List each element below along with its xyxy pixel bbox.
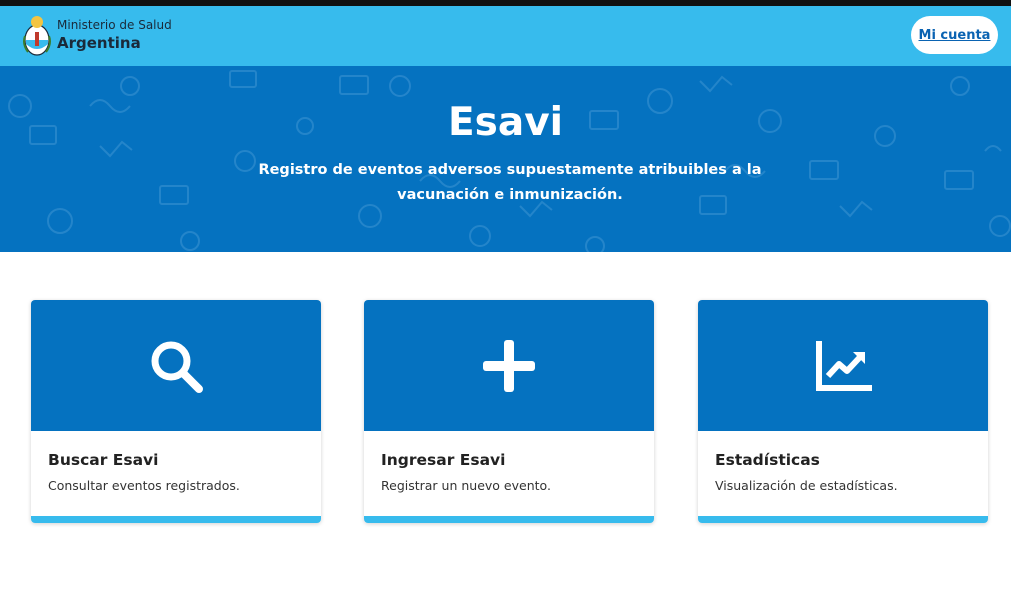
card-description: Visualización de estadísticas. (715, 478, 898, 493)
card-accent-bar (364, 516, 654, 523)
org-name-line2: Argentina (57, 34, 141, 52)
card-accent-bar (698, 516, 988, 523)
card-image-area (698, 300, 988, 431)
card-title: Ingresar Esavi (381, 451, 506, 469)
card-buscar-esavi[interactable]: Buscar Esavi Consultar eventos registrad… (31, 300, 321, 523)
card-image-area (31, 300, 321, 431)
card-ingresar-esavi[interactable]: Ingresar Esavi Registrar un nuevo evento… (364, 300, 654, 523)
hero-subtitle: Registro de eventos adversos supuestamen… (258, 162, 762, 203)
card-image-area (364, 300, 654, 431)
card-title: Buscar Esavi (48, 451, 159, 469)
org-name-line1: Ministerio de Salud (57, 18, 172, 32)
my-account-button[interactable]: Mi cuenta (911, 16, 998, 54)
chart-line-icon (816, 341, 872, 391)
card-description: Registrar un nuevo evento. (381, 478, 551, 493)
plus-icon (483, 340, 535, 392)
coat-of-arms-logo[interactable] (22, 14, 52, 58)
card-accent-bar (31, 516, 321, 523)
site-header: Ministerio de Salud Argentina Mi cuenta (0, 6, 1011, 66)
search-icon (151, 341, 203, 393)
card-description: Consultar eventos registrados. (48, 478, 240, 493)
card-estadisticas[interactable]: Estadísticas Visualización de estadístic… (698, 300, 988, 523)
hero-banner: Esavi Registro de eventos adversos supue… (0, 66, 1011, 252)
hero-title: Esavi (448, 100, 563, 145)
card-title: Estadísticas (715, 451, 820, 469)
